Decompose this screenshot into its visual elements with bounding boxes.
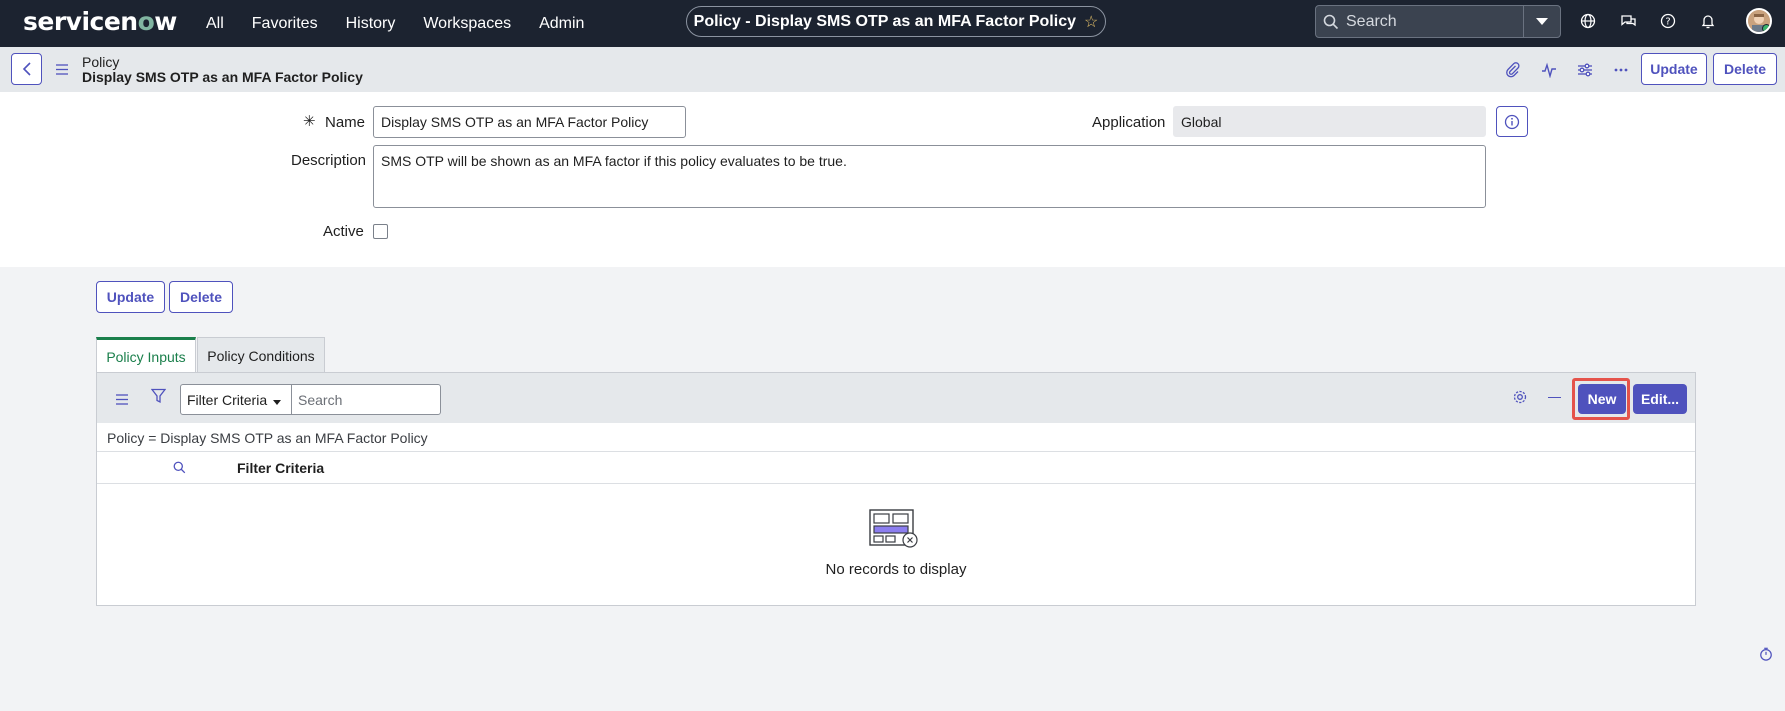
- column-search-icon[interactable]: [173, 461, 186, 477]
- servicenow-logo[interactable]: servicenow: [23, 7, 177, 36]
- menu-admin[interactable]: Admin: [539, 15, 584, 33]
- top-icons: ?: [1577, 10, 1719, 32]
- edit-button[interactable]: Edit...: [1633, 384, 1687, 414]
- menu-all[interactable]: All: [206, 15, 224, 33]
- star-icon[interactable]: ☆: [1084, 12, 1098, 32]
- list-search-input[interactable]: Search: [291, 384, 441, 415]
- globe-icon[interactable]: [1577, 10, 1599, 32]
- user-avatar[interactable]: [1746, 8, 1772, 34]
- list-breadcrumb[interactable]: Policy = Display SMS OTP as an MFA Facto…: [107, 430, 428, 446]
- header-update-button[interactable]: Update: [1641, 53, 1707, 85]
- related-list-policy-inputs: Filter Criteria Search New Edit... Polic…: [96, 372, 1696, 606]
- filter-field-select[interactable]: Filter Criteria: [180, 384, 292, 415]
- mandatory-asterisk-icon: ✳: [303, 113, 316, 130]
- info-button[interactable]: [1496, 106, 1528, 137]
- menu-history[interactable]: History: [346, 15, 396, 33]
- form-body: ✳ Name Display SMS OTP as an MFA Factor …: [0, 92, 1785, 267]
- related-list-toolbar: Filter Criteria Search New Edit...: [97, 373, 1695, 423]
- form-record-title: Display SMS OTP as an MFA Factor Policy: [82, 69, 363, 85]
- gear-icon[interactable]: [1512, 389, 1528, 408]
- new-button[interactable]: New: [1578, 384, 1626, 414]
- tab-policy-conditions[interactable]: Policy Conditions: [197, 337, 325, 373]
- column-filter-criteria[interactable]: Filter Criteria: [237, 460, 324, 476]
- form-header-icons: [1503, 60, 1630, 79]
- active-label: Active: [323, 223, 364, 240]
- description-field[interactable]: SMS OTP will be shown as an MFA factor i…: [373, 145, 1486, 208]
- filter-field-select-value: Filter Criteria: [187, 391, 268, 408]
- svg-text:?: ?: [1665, 17, 1670, 28]
- search-icon: [1316, 14, 1346, 30]
- name-field[interactable]: Display SMS OTP as an MFA Factor Policy: [373, 106, 686, 138]
- menu-workspaces[interactable]: Workspaces: [423, 15, 511, 33]
- delete-button[interactable]: Delete: [169, 281, 233, 313]
- caret-down-icon: [273, 392, 282, 408]
- tab-policy-inputs[interactable]: Policy Inputs: [96, 337, 196, 373]
- list-menu-icon[interactable]: [115, 392, 129, 408]
- global-search[interactable]: Search: [1315, 5, 1561, 38]
- global-search-input[interactable]: Search: [1346, 13, 1523, 31]
- top-navigation-bar: servicenow All Favorites History Workspa…: [0, 0, 1785, 47]
- back-button[interactable]: [11, 53, 42, 85]
- application-field: Global: [1173, 106, 1486, 137]
- header-delete-button[interactable]: Delete: [1713, 53, 1777, 85]
- online-status-dot: [1762, 24, 1770, 32]
- filter-icon[interactable]: [150, 388, 167, 407]
- form-header: Policy Display SMS OTP as an MFA Factor …: [0, 47, 1785, 92]
- activity-icon[interactable]: [1539, 60, 1558, 79]
- bell-icon[interactable]: [1697, 10, 1719, 32]
- timer-icon[interactable]: [1759, 647, 1773, 664]
- list-column-header: Filter Criteria: [97, 451, 1695, 484]
- update-button[interactable]: Update: [96, 281, 165, 313]
- main-menu: All Favorites History Workspaces Admin: [206, 0, 612, 47]
- collapse-icon[interactable]: [1548, 397, 1561, 398]
- chevron-down-icon[interactable]: [1523, 6, 1560, 37]
- hamburger-menu-icon[interactable]: [55, 62, 69, 78]
- empty-table-icon: [869, 509, 919, 552]
- application-label: Application: [1092, 114, 1166, 131]
- context-title: Policy - Display SMS OTP as an MFA Facto…: [693, 12, 1076, 30]
- description-label: Description: [291, 152, 367, 169]
- context-title-pill[interactable]: Policy - Display SMS OTP as an MFA Facto…: [686, 6, 1106, 37]
- name-label: Name: [325, 114, 366, 131]
- menu-favorites[interactable]: Favorites: [252, 15, 318, 33]
- more-options-icon[interactable]: [1611, 60, 1630, 79]
- form-table-label: Policy: [82, 54, 120, 70]
- empty-message: No records to display: [825, 561, 967, 578]
- paperclip-icon[interactable]: [1503, 60, 1522, 79]
- help-icon[interactable]: ?: [1657, 10, 1679, 32]
- sliders-icon[interactable]: [1575, 60, 1594, 79]
- chat-icon[interactable]: [1617, 10, 1639, 32]
- active-checkbox[interactable]: [373, 224, 388, 239]
